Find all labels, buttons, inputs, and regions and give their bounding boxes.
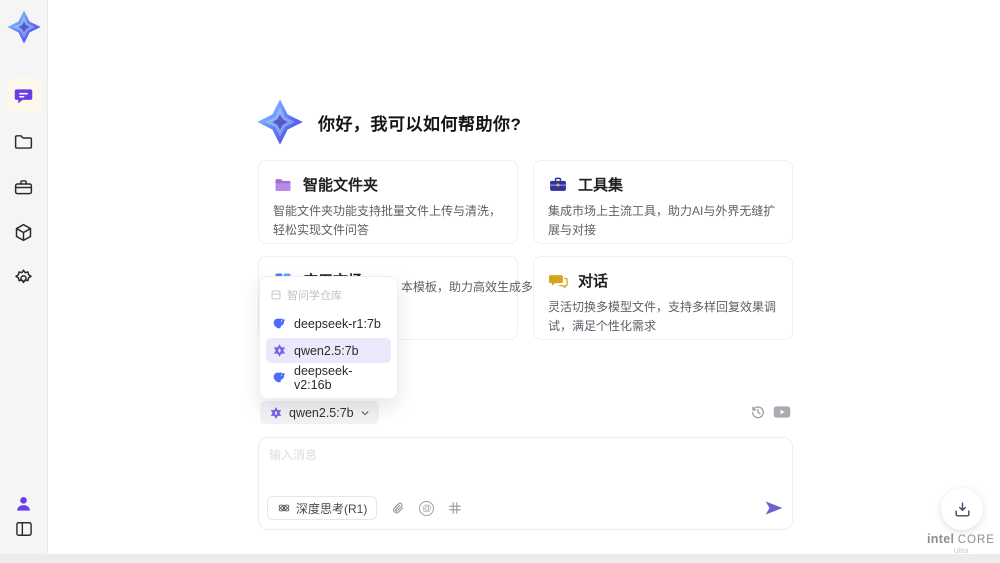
repository-icon xyxy=(270,289,282,301)
gear-icon xyxy=(13,268,34,289)
model-option-label: deepseek-r1:7b xyxy=(294,316,381,331)
deepseek-whale-icon xyxy=(272,316,287,331)
folder-icon xyxy=(13,131,34,152)
deep-think-label: 深度思考(R1) xyxy=(296,501,368,516)
deepseek-whale-icon xyxy=(272,370,287,385)
card-description: 灵活切换多模型文件，支持多样回复效果调试，满足个性化需求 xyxy=(548,300,777,333)
sidebar-item-panel-toggle[interactable] xyxy=(7,512,41,546)
sidebar-item-chat[interactable] xyxy=(6,78,41,112)
intel-core-logo: intel CORE Ultra xyxy=(925,532,997,555)
download-button[interactable] xyxy=(941,488,983,530)
sidebar xyxy=(0,0,48,563)
cube-icon xyxy=(13,222,34,243)
core-wordmark: CORE xyxy=(957,534,995,546)
qwen-icon xyxy=(269,406,283,420)
page-title: 你好，我可以如何帮助你? xyxy=(318,114,522,134)
dropdown-header-label: 智问学仓库 xyxy=(287,290,342,302)
chat-bubble-icon xyxy=(13,85,34,106)
model-option-label: qwen2.5:7b xyxy=(294,343,359,358)
download-icon xyxy=(953,500,972,519)
sidebar-item-toolbox[interactable] xyxy=(7,170,41,204)
at-icon[interactable]: @ xyxy=(419,500,435,516)
sidebar-item-folders[interactable] xyxy=(7,124,41,158)
card-dialogue[interactable]: 对话 灵活切换多模型文件，支持多样回复效果调试，满足个性化需求 xyxy=(533,256,793,340)
sidebar-item-settings[interactable] xyxy=(7,261,41,295)
user-icon xyxy=(14,494,33,513)
card-description: 智能文件夹功能支持批量文件上传与清洗，轻松实现文件问答 xyxy=(273,204,502,237)
card-title: 工具集 xyxy=(578,177,624,194)
send-icon[interactable] xyxy=(764,499,784,517)
model-option-label: deepseek-v2:16b xyxy=(294,363,353,392)
model-selector-button[interactable]: qwen2.5:7b xyxy=(260,401,379,424)
composer: 深度思考(R1) @ xyxy=(258,437,793,530)
history-icon[interactable] xyxy=(750,404,766,420)
card-smart-folder[interactable]: 智能文件夹 智能文件夹功能支持批量文件上传与清洗，轻松实现文件问答 xyxy=(258,160,518,244)
bottom-bar xyxy=(0,554,1000,563)
model-dropdown: 智问学仓库 deepseek-r1:7b qwen2.5:7b deepseek… xyxy=(259,276,398,399)
card-title: 智能文件夹 xyxy=(303,177,379,194)
model-option-deepseek-v2[interactable]: deepseek-v2:16b xyxy=(266,363,391,392)
indigo-briefcase-icon xyxy=(548,175,568,195)
deep-think-toggle[interactable]: 深度思考(R1) xyxy=(267,496,378,520)
sidebar-item-models[interactable] xyxy=(7,215,41,249)
qwen-icon xyxy=(272,343,287,358)
card-title: 对话 xyxy=(578,273,609,290)
paperclip-icon[interactable] xyxy=(391,501,405,516)
selected-model-label: qwen2.5:7b xyxy=(289,405,354,420)
message-input[interactable] xyxy=(269,446,784,496)
model-option-qwen[interactable]: qwen2.5:7b xyxy=(266,338,391,363)
atom-icon xyxy=(277,501,291,515)
app-logo-large xyxy=(254,96,306,148)
chat-toolbar xyxy=(750,404,791,420)
chevron-down-icon xyxy=(360,408,370,418)
card-description-fragment: 本模板，助力高效生成多 xyxy=(401,280,534,294)
video-icon[interactable] xyxy=(773,405,791,419)
gold-chat-icon xyxy=(548,271,568,291)
app-window: 你好，我可以如何帮助你? 智能文件夹 智能文件夹功能支持批量文件上传与清洗，轻松… xyxy=(0,0,1000,563)
model-option-deepseek-r1[interactable]: deepseek-r1:7b xyxy=(266,311,391,336)
purple-folder-icon xyxy=(273,175,293,195)
grid-hash-icon[interactable] xyxy=(448,501,462,515)
dropdown-header: 智问学仓库 xyxy=(266,283,391,309)
app-logo[interactable] xyxy=(5,8,43,46)
greeting-header: 你好，我可以如何帮助你? xyxy=(254,96,521,148)
card-toolset[interactable]: 工具集 集成市场上主流工具，助力AI与外界无缝扩展与对接 xyxy=(533,160,793,244)
intel-wordmark: intel xyxy=(927,532,955,546)
composer-toolbar: 深度思考(R1) @ xyxy=(267,495,784,521)
briefcase-icon xyxy=(13,177,34,198)
card-description: 集成市场上主流工具，助力AI与外界无缝扩展与对接 xyxy=(548,204,776,237)
sidebar-panel-icon xyxy=(14,519,34,539)
